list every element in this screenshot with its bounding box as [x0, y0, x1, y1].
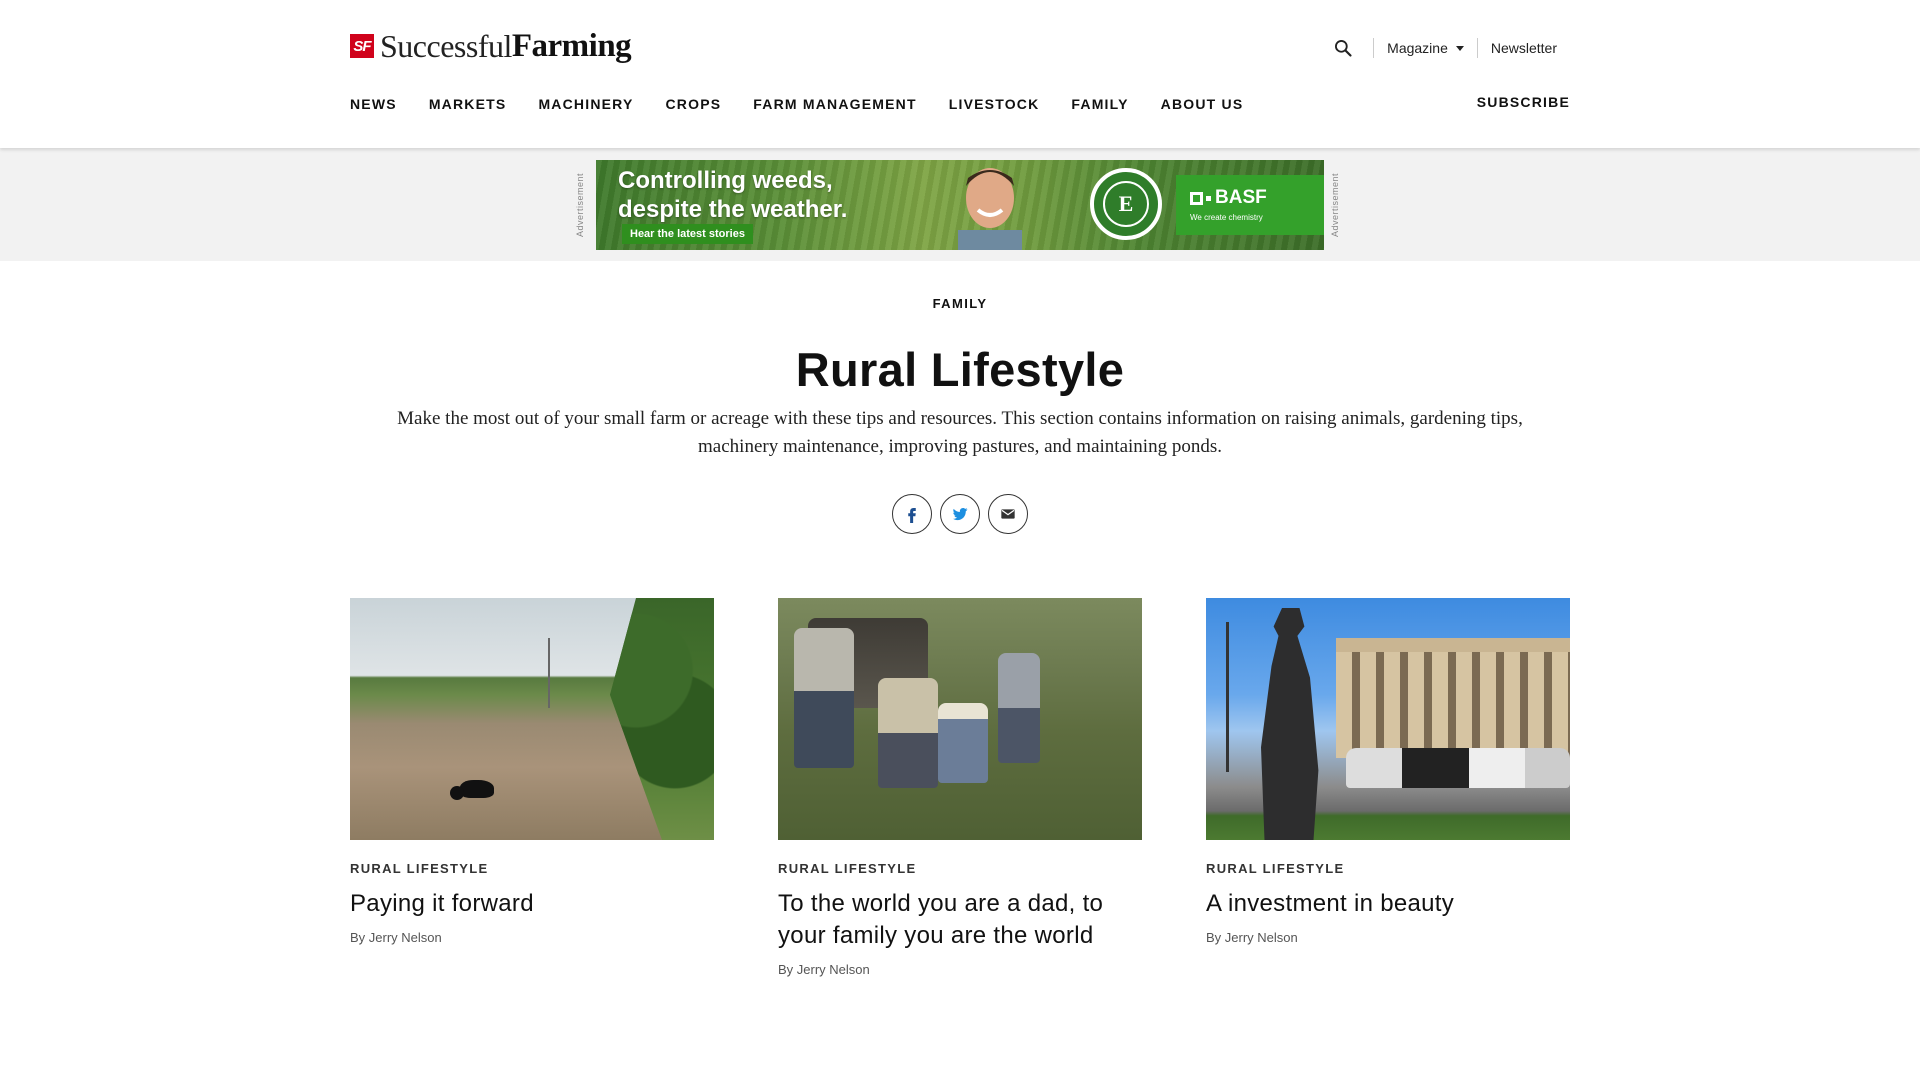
utility-pole-image — [548, 638, 550, 708]
ad-person-image — [958, 168, 1022, 250]
seal-letter: E — [1103, 181, 1149, 227]
article-category[interactable]: RURAL LIFESTYLE — [350, 861, 714, 876]
nav-item-about-us[interactable]: ABOUT US — [1161, 96, 1244, 112]
basf-logo: BASF — [1190, 187, 1267, 209]
share-bar — [0, 494, 1920, 534]
article-card[interactable]: RURAL LIFESTYLE A investment in beauty B… — [1206, 598, 1570, 977]
subscribe-link[interactable]: SUBSCRIBE — [1477, 94, 1570, 110]
basf-wordmark: BASF — [1215, 187, 1267, 208]
dog-image — [450, 780, 494, 800]
article-byline: By Jerry Nelson — [1206, 930, 1298, 945]
ad-cta: Hear the latest stories — [622, 224, 753, 244]
tree-line-image — [610, 598, 714, 840]
basf-dot-icon — [1206, 195, 1211, 201]
basf-logo-block: BASF We create chemistry — [1176, 175, 1324, 235]
magazine-dropdown[interactable]: Magazine — [1374, 40, 1477, 56]
email-icon — [1001, 509, 1015, 519]
basf-tagline: We create chemistry — [1190, 213, 1263, 222]
nav-item-markets[interactable]: MARKETS — [429, 96, 507, 112]
section-eyebrow[interactable]: FAMILY — [0, 296, 1920, 311]
article-title[interactable]: A investment in beauty — [1206, 888, 1570, 920]
article-category[interactable]: RURAL LIFESTYLE — [1206, 861, 1570, 876]
ad-operation-seal: E — [1090, 168, 1162, 240]
logo-badge: SF — [350, 34, 374, 58]
basf-square-icon — [1190, 191, 1203, 205]
person-image — [998, 653, 1040, 763]
ad-label-left: Advertisement — [575, 172, 585, 238]
article-thumbnail[interactable] — [778, 598, 1142, 840]
lamp-post-image — [1226, 622, 1229, 772]
article-category[interactable]: RURAL LIFESTYLE — [778, 861, 1142, 876]
article-byline: By Jerry Nelson — [350, 930, 442, 945]
article-card[interactable]: RURAL LIFESTYLE To the world you are a d… — [778, 598, 1142, 977]
article-title[interactable]: To the world you are a dad, to your fami… — [778, 888, 1142, 952]
site-header: SF Successful Farming Magazine Newslette… — [0, 0, 1920, 148]
nav-item-crops[interactable]: CROPS — [666, 96, 722, 112]
page-description: Make the most out of your small farm or … — [397, 408, 1523, 457]
newsletter-link[interactable]: Newsletter — [1478, 40, 1570, 56]
person-image — [938, 703, 988, 783]
header-inner: SF Successful Farming Magazine Newslette… — [350, 0, 1570, 148]
article-byline: By Jerry Nelson — [778, 962, 870, 977]
share-twitter-button[interactable] — [940, 494, 980, 534]
logo-word-farming: Farming — [511, 27, 632, 64]
article-grid: RURAL LIFESTYLE Paying it forward By Jer… — [350, 598, 1570, 977]
person-image — [794, 628, 854, 768]
facebook-icon — [908, 508, 916, 523]
share-email-button[interactable] — [988, 494, 1028, 534]
cars-image — [1346, 748, 1570, 788]
person-image — [878, 678, 938, 788]
magazine-label: Magazine — [1387, 40, 1448, 56]
twitter-icon — [952, 507, 968, 521]
nav-item-news[interactable]: NEWS — [350, 96, 397, 112]
nav-item-machinery[interactable]: MACHINERY — [538, 96, 633, 112]
ad-headline: Controlling weeds, despite the weather. — [618, 167, 848, 223]
main-nav: NEWS MARKETS MACHINERY CROPS FARM MANAGE… — [350, 94, 1570, 114]
statue-image — [1261, 608, 1319, 840]
nav-item-family[interactable]: FAMILY — [1071, 96, 1128, 112]
caret-down-icon — [1455, 45, 1464, 51]
logo-word-successful: Successful — [380, 27, 512, 64]
nav-item-livestock[interactable]: LIVESTOCK — [949, 96, 1040, 112]
ad-banner[interactable]: Controlling weeds, despite the weather. … — [596, 160, 1324, 250]
article-title[interactable]: Paying it forward — [350, 888, 714, 920]
ad-label-right: Advertisement — [1330, 172, 1340, 238]
site-logo[interactable]: SF Successful Farming — [350, 27, 632, 64]
article-thumbnail[interactable] — [1206, 598, 1570, 840]
building-image — [1336, 638, 1570, 758]
search-button[interactable] — [1329, 34, 1357, 62]
nav-item-farm-management[interactable]: FARM MANAGEMENT — [753, 96, 916, 112]
article-card[interactable]: RURAL LIFESTYLE Paying it forward By Jer… — [350, 598, 714, 977]
share-facebook-button[interactable] — [892, 494, 932, 534]
search-icon — [1335, 40, 1352, 57]
article-thumbnail[interactable] — [350, 598, 714, 840]
utility-bar: Magazine Newsletter — [1329, 34, 1570, 62]
page-title: Rural Lifestyle — [795, 343, 1125, 396]
